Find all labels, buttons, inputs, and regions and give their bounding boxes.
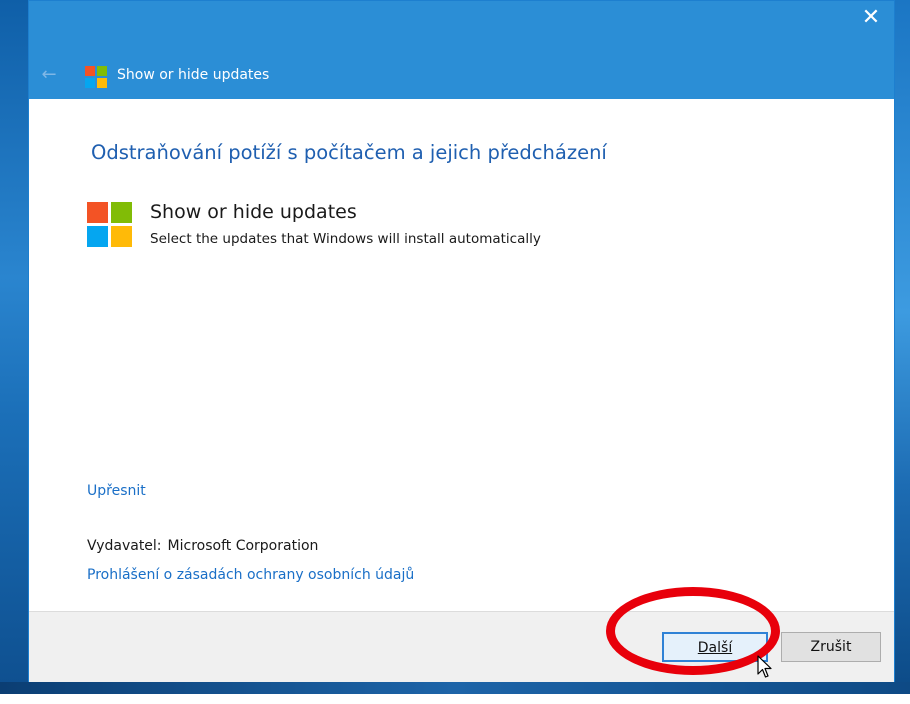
windows-logo-icon bbox=[85, 66, 107, 88]
desktop-background-right bbox=[895, 0, 910, 694]
privacy-statement-link[interactable]: Prohlášení o zásadách ochrany osobních ú… bbox=[87, 567, 414, 583]
close-icon[interactable]: ✕ bbox=[848, 1, 894, 37]
publisher-value: Microsoft Corporation bbox=[167, 538, 319, 554]
window-title: Show or hide updates bbox=[117, 67, 270, 83]
publisher-label: Vydavatel: bbox=[87, 538, 162, 554]
cancel-button[interactable]: Zrušit bbox=[781, 632, 881, 662]
page-heading: Odstraňování potíží s počítačem a jejich… bbox=[91, 141, 607, 164]
next-button-label: Další bbox=[697, 640, 733, 656]
dialog-footer: Další Zrušit bbox=[29, 611, 894, 682]
desktop-background-left bbox=[0, 0, 28, 694]
windows-logo-icon bbox=[87, 202, 132, 247]
troubleshooter-description: Select the updates that Windows will ins… bbox=[150, 231, 541, 247]
title-bar: ✕ ← Show or hide updates bbox=[29, 1, 894, 99]
publisher-line: Vydavatel: Microsoft Corporation bbox=[87, 538, 318, 554]
next-button[interactable]: Další bbox=[662, 632, 768, 662]
troubleshooter-dialog: ✕ ← Show or hide updates Odstraňování po… bbox=[28, 0, 895, 682]
back-arrow-icon[interactable]: ← bbox=[37, 63, 61, 87]
advanced-link[interactable]: Upřesnit bbox=[87, 483, 146, 499]
desktop-background-bottom bbox=[0, 682, 910, 694]
troubleshooter-title: Show or hide updates bbox=[150, 201, 357, 223]
